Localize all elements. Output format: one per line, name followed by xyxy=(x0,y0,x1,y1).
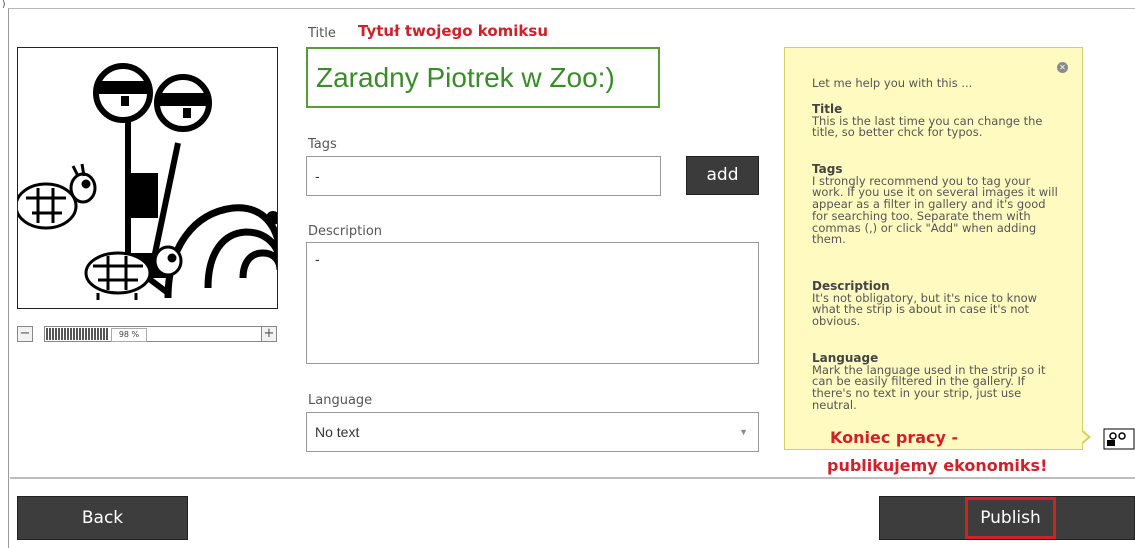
top-mark: ) xyxy=(2,0,6,10)
zoom-slider-fill xyxy=(46,328,109,340)
publish-button[interactable]: Publish xyxy=(965,497,1056,539)
end-callout-line2: publikujemy ekonomiks! xyxy=(827,456,1048,475)
tags-label: Tags xyxy=(308,137,337,152)
chevron-down-icon: ▼ xyxy=(739,427,748,437)
end-callout-line1: Koniec pracy - xyxy=(830,428,959,447)
help-body: This is the last time you can change the… xyxy=(812,113,1043,140)
language-label: Language xyxy=(308,393,373,408)
tags-input[interactable]: - xyxy=(306,156,661,196)
help-body: Mark the language used in the strip so i… xyxy=(812,362,1046,412)
language-select[interactable]: No text ▼ xyxy=(306,412,759,452)
zoom-out-button[interactable]: − xyxy=(17,326,33,342)
language-selected-value: No text xyxy=(315,424,360,440)
close-icon[interactable]: ✕ xyxy=(1057,62,1068,73)
help-section-description: Description It's not obligatory, but it'… xyxy=(812,280,1062,329)
zoom-in-button[interactable]: + xyxy=(261,326,277,342)
title-input[interactable]: Zaradny Piotrek w Zoo:) xyxy=(306,47,660,108)
help-section-tags: Tags I strongly recommend you to tag you… xyxy=(812,163,1062,247)
mini-comic-thumbnail xyxy=(1103,428,1135,450)
zoom-slider[interactable]: 98 % xyxy=(44,326,268,342)
description-label: Description xyxy=(308,224,383,239)
back-button[interactable]: Back xyxy=(17,496,188,540)
help-body: I strongly recommend you to tag your wor… xyxy=(812,173,1058,247)
help-body: It's not obligatory, but it's nice to kn… xyxy=(812,290,1038,329)
help-section-title: Title This is the last time you can chan… xyxy=(812,103,1062,140)
snail-turtles-drawing xyxy=(18,63,277,300)
help-bubble-pointer-fill xyxy=(1076,427,1088,447)
description-textarea[interactable]: - xyxy=(306,242,759,364)
zoom-control: − 98 % + xyxy=(17,326,279,346)
footer-divider xyxy=(10,477,1135,479)
zoom-value: 98 % xyxy=(111,328,147,342)
help-intro: Let me help you with this ... xyxy=(812,76,973,90)
title-callout: Tytuł twojego komiksu xyxy=(358,22,549,40)
help-section-language: Language Mark the language used in the s… xyxy=(812,352,1062,412)
title-label: Title xyxy=(308,26,336,41)
add-tag-button[interactable]: add xyxy=(686,156,759,195)
comic-preview xyxy=(17,47,278,309)
help-bubble: ✕ Let me help you with this ... Title Th… xyxy=(784,47,1083,450)
